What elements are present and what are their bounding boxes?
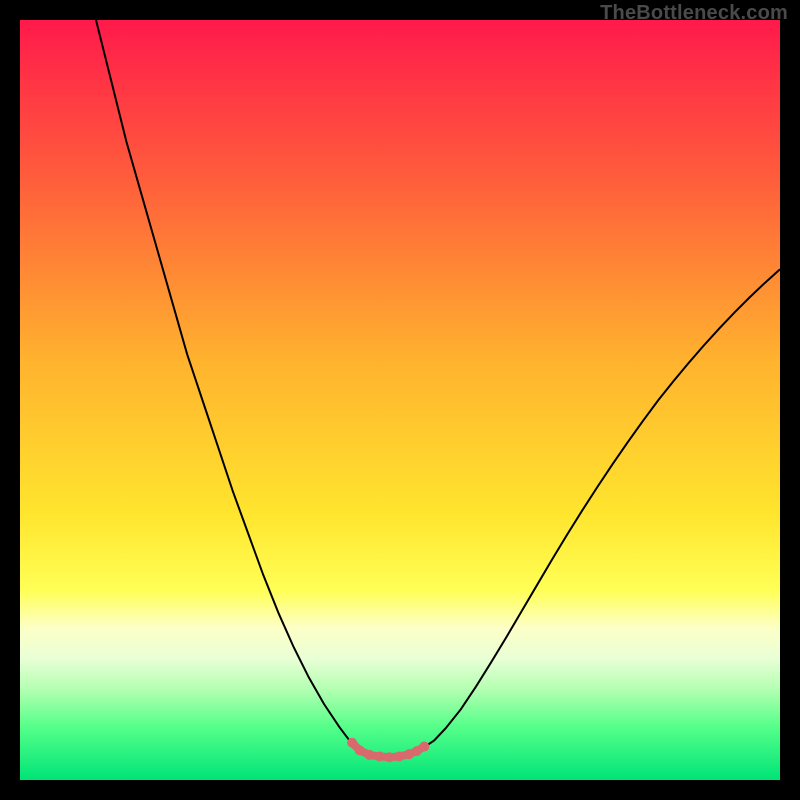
- chart-svg: [20, 20, 780, 780]
- plot-area: [20, 20, 780, 780]
- optimal-dot: [355, 745, 365, 755]
- optimal-dot: [384, 752, 394, 762]
- chart-frame: TheBottleneck.com: [0, 0, 800, 800]
- optimal-dot: [374, 751, 384, 761]
- optimal-dot: [365, 750, 375, 760]
- optimal-dot: [419, 742, 429, 752]
- optimal-dot: [347, 738, 357, 748]
- gradient-background: [20, 20, 780, 780]
- optimal-dot: [394, 751, 404, 761]
